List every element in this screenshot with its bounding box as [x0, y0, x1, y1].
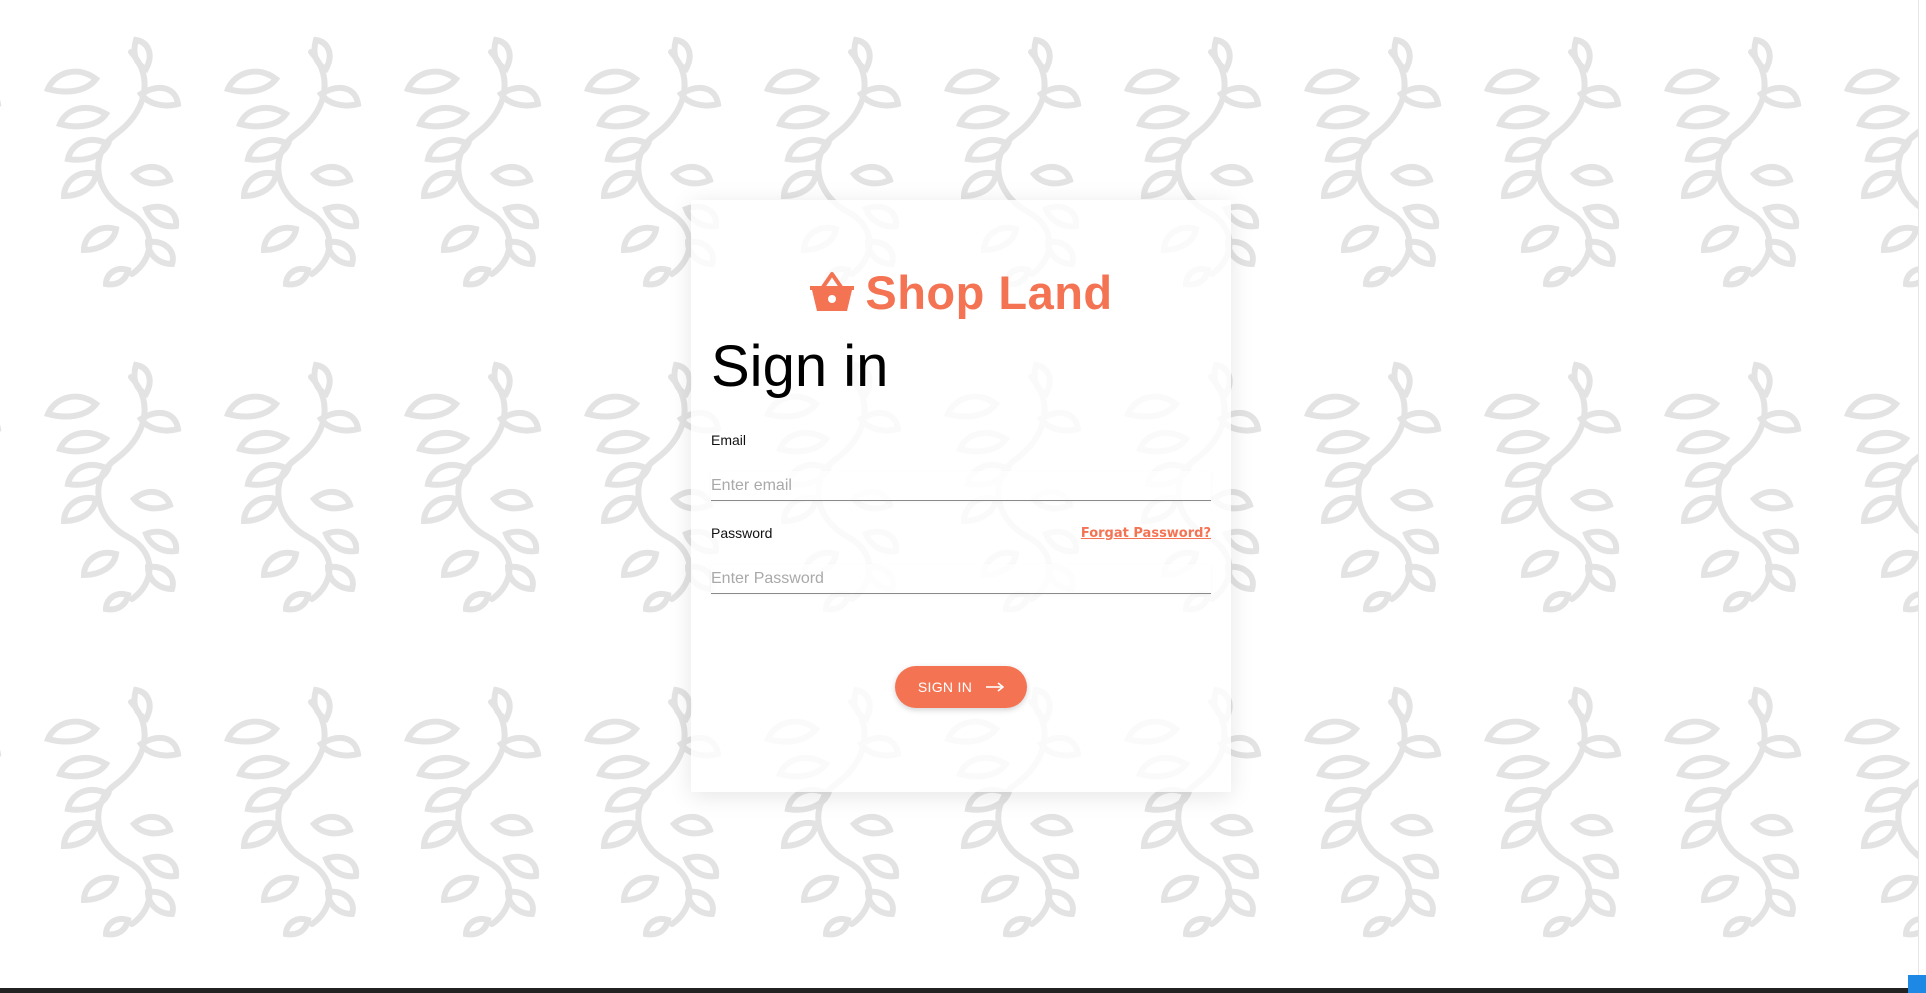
brand-name: Shop Land	[865, 265, 1113, 319]
password-field[interactable]	[711, 564, 1211, 594]
page-title: Sign in	[711, 334, 889, 399]
signin-card: Shop Land Sign in Email Password Forgat …	[691, 200, 1231, 792]
arrow-right-icon	[986, 682, 1004, 692]
email-field[interactable]	[711, 471, 1211, 501]
forgot-password-link[interactable]: Forgat Password?	[1081, 526, 1211, 541]
password-label: Password	[711, 525, 773, 541]
brand-logo[interactable]: Shop Land	[691, 264, 1231, 320]
window-bottom-edge	[0, 988, 1926, 993]
sign-in-button[interactable]: SIGN IN	[895, 666, 1027, 708]
email-label: Email	[711, 432, 747, 448]
shopping-basket-icon	[810, 272, 855, 311]
vertical-scrollbar[interactable]	[1918, 0, 1926, 988]
sign-in-button-label: SIGN IN	[917, 679, 973, 695]
corner-indicator	[1908, 975, 1926, 993]
